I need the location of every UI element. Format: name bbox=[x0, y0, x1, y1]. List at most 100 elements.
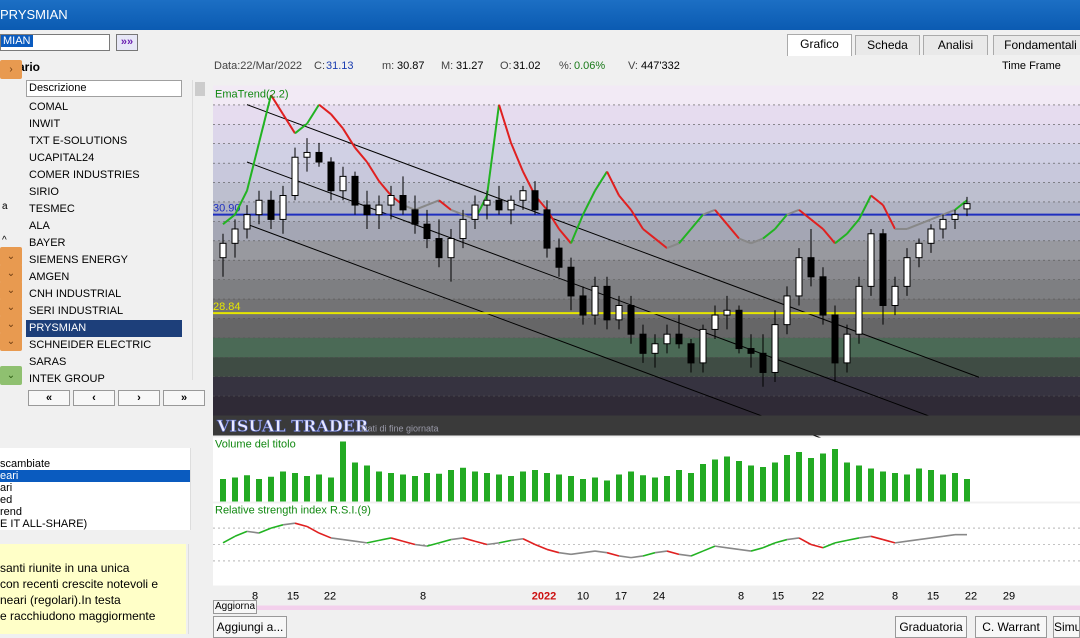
list-header-descrizione[interactable]: Descrizione bbox=[26, 80, 182, 97]
volume-bar bbox=[868, 468, 874, 502]
candle-body bbox=[579, 295, 587, 316]
candle-body bbox=[315, 151, 323, 163]
nav-prev-button[interactable]: ‹ bbox=[73, 390, 115, 406]
aggiorna-tab[interactable]: Aggiorna bbox=[213, 600, 257, 614]
volume-title: Volume del titolo bbox=[215, 439, 296, 451]
search-go-button[interactable]: »» bbox=[116, 34, 138, 51]
price-band bbox=[213, 396, 1080, 417]
xaxis-tick-label: 10 bbox=[577, 591, 589, 603]
candle-body bbox=[291, 156, 299, 196]
list-item[interactable]: CNH INDUSTRIAL bbox=[26, 286, 182, 303]
volume-bar bbox=[508, 476, 514, 502]
price-band bbox=[213, 279, 1080, 301]
candle-body bbox=[231, 228, 239, 244]
chart-canvas[interactable]: 30.9028.84EmaTrend(2.2)VISUAL TRADERDati… bbox=[213, 77, 1080, 627]
expand-arrow-icon[interactable]: › bbox=[0, 60, 22, 79]
list-item[interactable]: AMGEN bbox=[26, 269, 182, 286]
info-volume-value: 447'332 bbox=[641, 60, 680, 72]
xaxis-tick-label: 22 bbox=[812, 591, 824, 603]
description-scrollbar[interactable] bbox=[188, 544, 202, 634]
nav-next-button[interactable]: › bbox=[118, 390, 160, 406]
row-arrow-icon[interactable]: ⌄ bbox=[0, 332, 22, 351]
graduatoria-button[interactable]: Graduatoria bbox=[895, 616, 967, 638]
list-item[interactable]: PRYSMIAN bbox=[26, 320, 182, 337]
volume-bar bbox=[784, 455, 790, 502]
index-item[interactable]: ari bbox=[0, 482, 190, 494]
volume-bar bbox=[448, 470, 454, 502]
volume-bar bbox=[604, 480, 610, 502]
index-item[interactable]: eari bbox=[0, 470, 190, 482]
candle-body bbox=[351, 175, 359, 206]
list-item[interactable]: BAYER bbox=[26, 235, 182, 252]
list-item[interactable]: UCAPITAL24 bbox=[26, 150, 182, 167]
chart-title: EmaTrend(2.2) bbox=[215, 89, 289, 101]
scroll-thumb[interactable] bbox=[195, 82, 205, 96]
volume-bar bbox=[292, 473, 298, 502]
index-item[interactable]: ed bbox=[0, 494, 190, 506]
candle-body bbox=[603, 285, 611, 321]
volume-bar bbox=[244, 475, 250, 502]
tab-scheda[interactable]: Scheda bbox=[855, 35, 920, 55]
candle-body bbox=[483, 199, 491, 206]
simul-button[interactable]: Simul bbox=[1053, 616, 1080, 638]
candle-body bbox=[423, 223, 431, 240]
row-arrow-icon[interactable]: ⌄ bbox=[0, 366, 22, 385]
volume-bar bbox=[328, 477, 334, 502]
volume-bar bbox=[484, 473, 490, 502]
list-item[interactable]: INWIT bbox=[26, 116, 182, 133]
volume-bar bbox=[376, 471, 382, 502]
list-item[interactable]: COMER INDUSTRIES bbox=[26, 167, 182, 184]
watermark: VISUAL TRADER bbox=[216, 417, 369, 436]
aggiungi-button[interactable]: Aggiungi a... bbox=[213, 616, 287, 638]
price-band bbox=[213, 240, 1080, 262]
candle-body bbox=[663, 333, 671, 345]
index-item[interactable]: scambiate bbox=[0, 458, 190, 470]
candle-body bbox=[903, 257, 911, 287]
xaxis-tick-label: 2022 bbox=[532, 591, 556, 603]
list-item[interactable]: TXT E-SOLUTIONS bbox=[26, 133, 182, 150]
watermark-sub: Dati di fine giornata bbox=[361, 424, 439, 434]
tab-fondamentali[interactable]: Fondamentali bbox=[993, 35, 1080, 55]
candle-body bbox=[795, 257, 803, 297]
list-item[interactable]: ALA bbox=[26, 218, 182, 235]
tab-grafico[interactable]: Grafico bbox=[787, 34, 852, 56]
volume-bar bbox=[964, 479, 970, 502]
list-item[interactable]: COMAL bbox=[26, 99, 182, 116]
list-item[interactable]: INTEK GROUP bbox=[26, 371, 182, 388]
volume-bar bbox=[688, 473, 694, 502]
candle-body bbox=[531, 190, 539, 211]
index-item[interactable]: E IT ALL-SHARE) bbox=[0, 518, 190, 530]
candle-body bbox=[219, 242, 227, 259]
info-min-label: m: bbox=[382, 60, 395, 72]
candle-body bbox=[567, 266, 575, 297]
volume-bar bbox=[844, 462, 850, 502]
list-item[interactable]: SERI INDUSTRIAL bbox=[26, 303, 182, 320]
nav-last-button[interactable]: » bbox=[163, 390, 205, 406]
search-input[interactable]: MIAN bbox=[0, 34, 110, 51]
volume-bar bbox=[724, 456, 730, 502]
list-item[interactable]: SCHNEIDER ELECTRIC bbox=[26, 337, 182, 354]
tab-analisi[interactable]: Analisi bbox=[923, 35, 988, 55]
volume-bar bbox=[496, 474, 502, 502]
list-scrollbar[interactable] bbox=[192, 80, 206, 380]
candle-body bbox=[507, 199, 515, 211]
list-item[interactable]: SIEMENS ENERGY bbox=[26, 252, 182, 269]
list-mark: a bbox=[2, 201, 8, 212]
volume-bar bbox=[568, 476, 574, 502]
volume-bar bbox=[220, 479, 226, 502]
nav-first-button[interactable]: « bbox=[28, 390, 70, 406]
c-warrant-button[interactable]: C. Warrant bbox=[975, 616, 1047, 638]
list-item[interactable]: SIRIO bbox=[26, 184, 182, 201]
xaxis-tick-label: 15 bbox=[927, 591, 939, 603]
list-item[interactable]: TESMEC bbox=[26, 201, 182, 218]
list-item[interactable]: SARAS bbox=[26, 354, 182, 371]
info-max-value: 31.27 bbox=[456, 60, 484, 72]
timeframe-button[interactable]: Time Frame bbox=[1002, 60, 1061, 72]
candle-body bbox=[459, 218, 467, 240]
info-volume-label: V: bbox=[628, 60, 638, 72]
index-scrollbar[interactable] bbox=[190, 448, 204, 530]
index-item[interactable]: rend bbox=[0, 506, 190, 518]
candle-body bbox=[687, 343, 695, 364]
price-band bbox=[213, 357, 1080, 378]
volume-bar bbox=[796, 452, 802, 502]
